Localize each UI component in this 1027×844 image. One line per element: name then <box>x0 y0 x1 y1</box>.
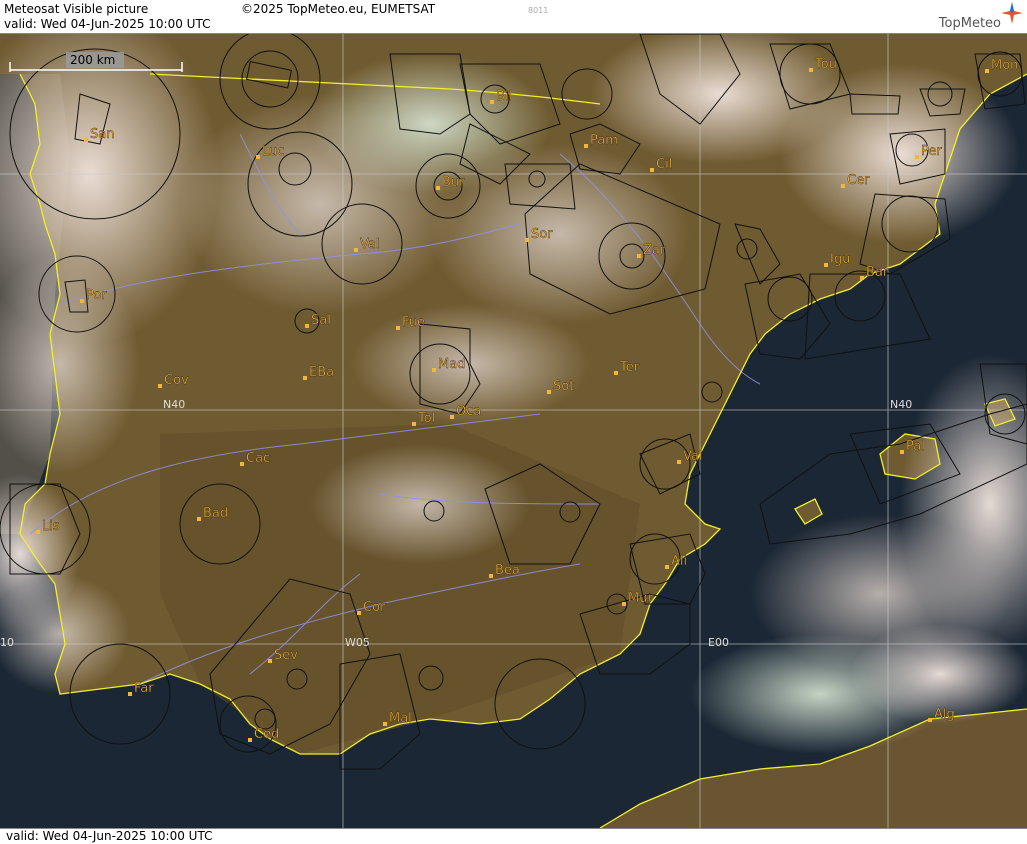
scale-label: 200 km <box>70 53 115 67</box>
station-marker <box>256 155 260 159</box>
station-label[interactable]: Bad <box>203 506 229 521</box>
station-marker <box>490 100 494 104</box>
station-marker <box>128 692 132 696</box>
station-marker <box>357 611 361 615</box>
station-marker <box>584 144 588 148</box>
station-marker <box>824 263 828 267</box>
station-label[interactable]: Cor <box>363 600 386 615</box>
station-label[interactable]: Pal <box>906 439 925 454</box>
station-label[interactable]: Luc <box>262 144 285 159</box>
station-marker <box>450 415 454 419</box>
header-bar: Meteosat Visible picture valid: Wed 04-J… <box>0 0 1027 34</box>
station-label[interactable]: EBa <box>309 365 335 380</box>
station-label[interactable]: Igu <box>830 252 851 267</box>
station-marker <box>354 248 358 252</box>
footer-bar: valid: Wed 04-Jun-2025 10:00 UTC <box>0 828 1027 844</box>
station-label[interactable]: Oca <box>456 404 482 419</box>
station-marker <box>412 422 416 426</box>
station-label[interactable]: Val <box>360 237 380 252</box>
station-marker <box>928 718 932 722</box>
image-code: 8011 <box>528 6 549 15</box>
grid-label-n40-east: N40 <box>890 398 912 411</box>
station-marker <box>396 326 400 330</box>
station-label[interactable]: Mad <box>438 357 466 372</box>
station-marker <box>900 450 904 454</box>
station-marker <box>614 371 618 375</box>
station-label[interactable]: Mon <box>991 58 1019 73</box>
grid-label-n40-west: N40 <box>163 398 185 411</box>
station-marker <box>650 168 654 172</box>
station-label[interactable]: Sev <box>274 648 299 663</box>
station-label[interactable]: Cov <box>164 373 189 388</box>
station-label[interactable]: Alg <box>934 707 955 722</box>
station-label[interactable]: Sal <box>311 313 331 328</box>
station-marker <box>525 238 529 242</box>
station-marker <box>268 659 272 663</box>
station-label[interactable]: Bil <box>496 89 513 104</box>
station-marker <box>860 276 864 280</box>
station-label[interactable]: Bur <box>442 175 466 190</box>
station-marker <box>985 69 989 73</box>
station-marker <box>637 254 641 258</box>
station-label[interactable]: Cer <box>847 173 870 188</box>
station-marker <box>303 376 307 380</box>
station-label[interactable]: Ced <box>254 727 280 742</box>
station-marker <box>665 565 669 569</box>
station-label[interactable]: Por <box>86 288 108 303</box>
station-label[interactable]: Fue <box>402 315 425 330</box>
station-label[interactable]: Mal <box>389 711 412 726</box>
station-marker <box>36 530 40 534</box>
station-label[interactable]: Val <box>683 449 703 464</box>
station-marker <box>80 299 84 303</box>
station-marker <box>809 68 813 72</box>
station-marker <box>841 184 845 188</box>
station-marker <box>547 390 551 394</box>
station-marker <box>305 324 309 328</box>
station-label[interactable]: Sot <box>553 379 575 394</box>
station-label[interactable]: Bar <box>866 265 889 280</box>
station-marker <box>432 368 436 372</box>
station-label[interactable]: Per <box>921 144 943 159</box>
station-label[interactable]: Ali <box>671 554 688 569</box>
grid-label-w05: W05 <box>345 636 370 649</box>
station-label[interactable]: Bea <box>495 563 520 578</box>
station-label[interactable]: San <box>90 127 115 142</box>
station-marker <box>489 574 493 578</box>
station-marker <box>436 186 440 190</box>
station-marker <box>383 722 387 726</box>
station-marker <box>677 460 681 464</box>
station-marker <box>240 462 244 466</box>
copyright-text: ©2025 TopMeteo.eu, EUMETSAT <box>241 2 436 16</box>
footer-valid-time: valid: Wed 04-Jun-2025 10:00 UTC <box>6 829 213 843</box>
station-label[interactable]: Ter <box>619 360 640 375</box>
station-marker <box>622 602 626 606</box>
valid-time: valid: Wed 04-Jun-2025 10:00 UTC <box>4 17 211 31</box>
station-label[interactable]: Mur <box>628 591 654 606</box>
station-marker <box>84 138 88 142</box>
station-label[interactable]: Pam <box>590 133 618 148</box>
station-marker <box>197 517 201 521</box>
station-label[interactable]: Far <box>134 681 155 696</box>
station-label[interactable]: Zar <box>643 243 666 258</box>
station-label[interactable]: Tou <box>814 57 837 72</box>
station-label[interactable]: Lis <box>42 519 60 534</box>
satellite-map[interactable]: 200 km N40 N40 W05 E00 10 San Luc Bil Pam Ci… <box>0 34 1027 828</box>
station-label[interactable]: Cac <box>246 451 271 466</box>
station-marker <box>248 738 252 742</box>
brand-logo-text[interactable]: TopMeteo <box>939 16 1001 31</box>
grid-label-w10: 10 <box>0 636 14 649</box>
station-label[interactable]: Sor <box>531 227 554 242</box>
station-label[interactable]: Cil <box>656 157 673 172</box>
station-marker <box>158 384 162 388</box>
station-marker <box>915 155 919 159</box>
station-label[interactable]: Tol <box>417 411 436 426</box>
grid-label-e00: E00 <box>708 636 729 649</box>
brand-star-icon <box>1001 2 1023 24</box>
product-title: Meteosat Visible picture <box>4 2 149 16</box>
